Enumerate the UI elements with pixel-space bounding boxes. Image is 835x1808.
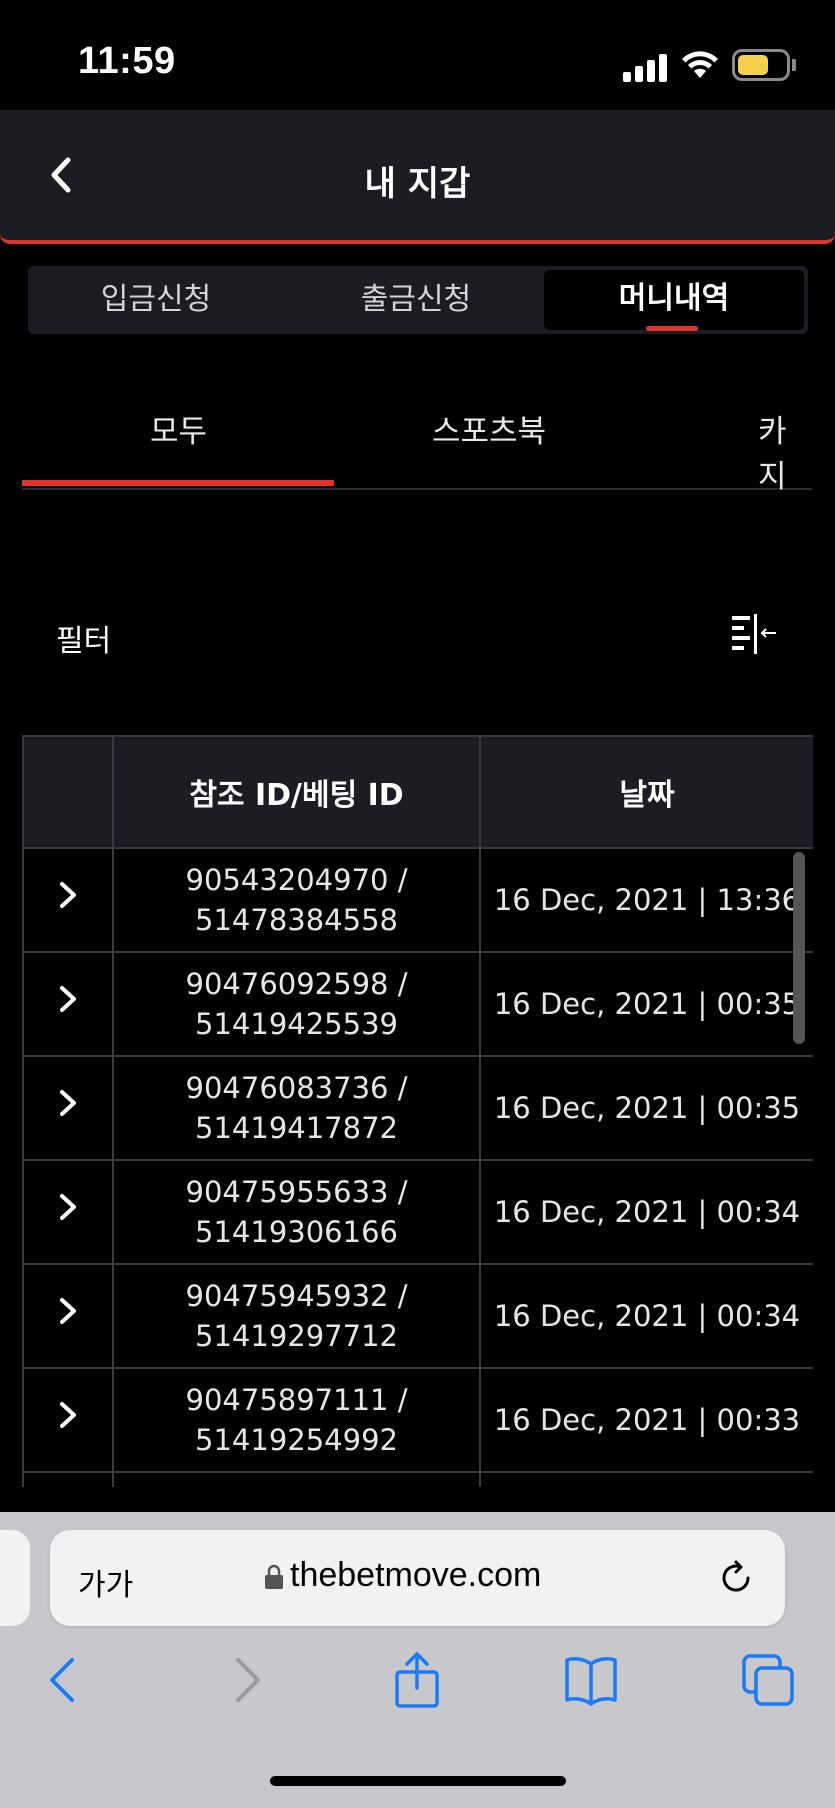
bet-id: 51419297712 bbox=[195, 1319, 398, 1353]
bookmarks-icon[interactable] bbox=[563, 1652, 619, 1708]
ref-id: 90475897111 / bbox=[185, 1383, 408, 1417]
browser-toolbar: 가가 thebetmove.com bbox=[0, 1512, 835, 1808]
subtab-all[interactable]: 모두 bbox=[150, 406, 207, 451]
ref-bet-id-cell: 90476083736 / 51419417872 bbox=[112, 1055, 481, 1161]
forward-icon[interactable] bbox=[218, 1652, 274, 1708]
battery-icon bbox=[732, 49, 790, 81]
table-row[interactable]: 90476083736 / 51419417872 16 Dec, 2021 | … bbox=[22, 1055, 813, 1161]
expand-row-button[interactable] bbox=[22, 1055, 114, 1161]
wifi-icon bbox=[682, 51, 718, 78]
battery-cap bbox=[792, 59, 796, 71]
back-icon[interactable] bbox=[36, 1652, 92, 1708]
chevron-right-icon bbox=[60, 1090, 76, 1116]
home-indicator bbox=[270, 1776, 566, 1786]
table-row[interactable]: 90543204970 / 51478384558 16 Dec, 2021 | … bbox=[22, 847, 813, 953]
active-tab-underline bbox=[646, 326, 698, 331]
filter-label: 필터 bbox=[56, 624, 112, 659]
cellular-signal-icon bbox=[623, 52, 667, 82]
text-size-button[interactable]: 가가 bbox=[78, 1560, 133, 1604]
table-row[interactable]: 90476092598 / 51419425539 16 Dec, 2021 | … bbox=[22, 951, 813, 1057]
table-scrollbar[interactable] bbox=[793, 852, 805, 1044]
reload-icon[interactable] bbox=[716, 1558, 756, 1598]
ref-bet-id-cell: 90475955633 / 51419306166 bbox=[112, 1159, 481, 1265]
expand-row-button[interactable] bbox=[22, 847, 114, 953]
ref-bet-id-cell: 90543204970 / 51478384558 bbox=[112, 847, 481, 953]
date-cell: 16 Dec, 2021 | 00:33 bbox=[479, 1367, 813, 1473]
bet-id: 51419417872 bbox=[195, 1111, 398, 1145]
money-history-table: 참조 ID/베팅 ID 날짜 90543204970 / 51478384558 … bbox=[22, 735, 813, 1487]
ref-id: 90476083736 / bbox=[185, 1071, 408, 1105]
chevron-right-icon bbox=[60, 1194, 76, 1220]
previous-tab-preview[interactable] bbox=[0, 1530, 30, 1626]
tab-money-history[interactable]: 머니내역 bbox=[544, 270, 804, 330]
status-time: 11:59 bbox=[78, 40, 176, 82]
table-row[interactable]: 90475955633 / 51419306166 16 Dec, 2021 | … bbox=[22, 1159, 813, 1265]
bet-id: 51419425539 bbox=[195, 1007, 398, 1041]
ref-bet-id-cell: 90475945932 / 51419297712 bbox=[112, 1263, 481, 1369]
ref-id: 90543204970 / bbox=[185, 863, 408, 897]
ref-id: 90475955633 / bbox=[185, 1175, 408, 1209]
table-row[interactable]: 90475897111 / 51419254992 16 Dec, 2021 | … bbox=[22, 1367, 813, 1473]
address-bar[interactable]: 가가 thebetmove.com bbox=[50, 1530, 785, 1626]
expand-row-button[interactable] bbox=[22, 1367, 114, 1473]
ref-id: 90476092598 / bbox=[185, 967, 408, 1001]
table-row[interactable]: 90475945932 / 51419297712 16 Dec, 2021 | … bbox=[22, 1263, 813, 1369]
chevron-right-icon bbox=[60, 986, 76, 1012]
chevron-right-icon bbox=[60, 882, 76, 908]
tab-withdraw-request[interactable]: 출금신청 bbox=[284, 266, 548, 334]
wallet-segment-tabs: 입금신청 출금신청 머니내역 bbox=[28, 266, 808, 334]
date-cell: 16 Dec, 2021 | 00:35 bbox=[479, 951, 813, 1057]
app-header: 내 지갑 bbox=[0, 110, 835, 244]
date-cell: 16 Dec, 2021 | 00:35 bbox=[479, 1055, 813, 1161]
date-cell: 16 Dec, 2021 | 00:34 bbox=[479, 1159, 813, 1265]
header-ref-bet-id: 참조 ID/베팅 ID bbox=[112, 735, 481, 849]
lock-icon bbox=[265, 1564, 283, 1589]
ref-bet-id-cell: 90475897111 / 51419254992 bbox=[112, 1367, 481, 1473]
url-text: thebetmove.com bbox=[290, 1556, 542, 1594]
filter-collapse-icon[interactable] bbox=[728, 612, 780, 656]
date-cell: 16 Dec, 2021 | 00:34 bbox=[479, 1263, 813, 1369]
expand-row-button[interactable] bbox=[22, 1159, 114, 1265]
header-expand-col bbox=[22, 735, 114, 849]
bet-id: 51419306166 bbox=[195, 1215, 398, 1249]
bet-id: 51419254992 bbox=[195, 1423, 398, 1457]
subtab-casino[interactable]: 카지 bbox=[758, 406, 812, 496]
page-title: 내 지갑 bbox=[364, 164, 471, 204]
ref-id: 90475945932 / bbox=[185, 1279, 408, 1313]
header-date: 날짜 bbox=[479, 735, 813, 849]
bet-id: 51478384558 bbox=[195, 903, 398, 937]
expand-row-button[interactable] bbox=[22, 1263, 114, 1369]
tabs-icon[interactable] bbox=[740, 1652, 796, 1708]
tab-deposit-request[interactable]: 입금신청 bbox=[28, 266, 284, 334]
chevron-right-icon bbox=[60, 1402, 76, 1428]
category-subtabs: 모두 스포츠북 카지 bbox=[22, 380, 812, 495]
table-row-partial bbox=[22, 1471, 813, 1487]
chevron-right-icon bbox=[60, 1298, 76, 1324]
expand-row-button[interactable] bbox=[22, 951, 114, 1057]
date-cell: 16 Dec, 2021 | 13:36 bbox=[479, 847, 813, 953]
status-bar: 11:59 bbox=[0, 0, 835, 110]
subtab-active-indicator bbox=[22, 480, 334, 486]
share-icon[interactable] bbox=[389, 1652, 445, 1708]
subtab-sportsbook[interactable]: 스포츠북 bbox=[432, 406, 546, 451]
table-header-row: 참조 ID/베팅 ID 날짜 bbox=[22, 735, 813, 849]
ref-bet-id-cell: 90476092598 / 51419425539 bbox=[112, 951, 481, 1057]
